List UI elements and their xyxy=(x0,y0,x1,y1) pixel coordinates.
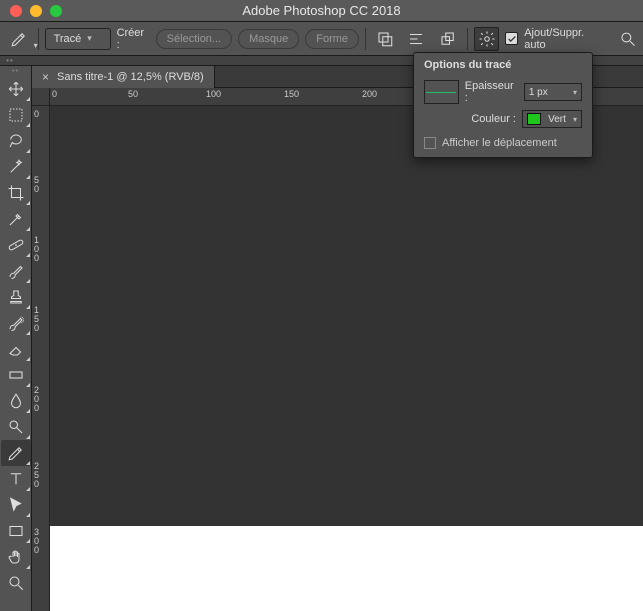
color-select[interactable]: Vert▾ xyxy=(522,110,582,128)
eyedropper-icon xyxy=(7,210,25,228)
tool-mode-value: Tracé xyxy=(54,33,82,45)
hand-icon xyxy=(7,548,25,566)
wand-icon xyxy=(7,158,25,176)
gradient-icon xyxy=(7,366,25,384)
path-options-popover: Options du tracé Epaisseur : 1 px▾ Coule… xyxy=(413,52,593,158)
magic-wand-tool[interactable] xyxy=(1,154,31,180)
canvas[interactable] xyxy=(50,106,643,611)
history-brush-icon xyxy=(7,314,25,332)
path-selection-tool[interactable] xyxy=(1,492,31,518)
pen-tool[interactable] xyxy=(1,440,31,466)
show-move-label: Afficher le déplacement xyxy=(442,137,557,149)
create-selection-button[interactable]: Sélection... xyxy=(156,29,232,49)
create-mask-button[interactable]: Masque xyxy=(238,29,299,49)
pen-icon xyxy=(7,444,25,462)
search-icon[interactable] xyxy=(619,30,637,48)
type-icon xyxy=(7,470,25,488)
create-shape-button[interactable]: Forme xyxy=(305,29,359,49)
maximize-window-button[interactable] xyxy=(50,5,62,17)
tools-panel: •• xyxy=(0,66,32,611)
eyedropper-tool[interactable] xyxy=(1,206,31,232)
droplet-icon xyxy=(7,392,25,410)
healing-tool[interactable] xyxy=(1,232,31,258)
zoom-icon xyxy=(7,574,25,592)
arrange-icon xyxy=(439,30,457,48)
color-swatch xyxy=(527,113,541,125)
crop-tool[interactable] xyxy=(1,180,31,206)
brush-tool[interactable] xyxy=(1,258,31,284)
color-label: Couleur : xyxy=(471,113,516,125)
rectangle-tool[interactable] xyxy=(1,518,31,544)
move-icon xyxy=(7,80,25,98)
options-bar: ▾ Tracé ▾ Créer : Sélection... Masque Fo… xyxy=(0,22,643,56)
marquee-icon xyxy=(7,106,25,124)
hand-tool[interactable] xyxy=(1,544,31,570)
marquee-tool[interactable] xyxy=(1,102,31,128)
crop-icon xyxy=(7,184,25,202)
window-titlebar: Adobe Photoshop CC 2018 xyxy=(0,0,643,22)
tool-mode-dropdown[interactable]: Tracé ▾ xyxy=(45,28,111,50)
path-alignment-button[interactable] xyxy=(404,27,430,51)
auto-add-delete-checkbox[interactable] xyxy=(505,32,518,45)
ruler-origin[interactable] xyxy=(32,88,50,106)
canvas-document xyxy=(50,526,643,611)
popover-title: Options du tracé xyxy=(414,53,592,77)
gear-icon xyxy=(478,30,496,48)
eraser-tool[interactable] xyxy=(1,336,31,362)
lasso-tool[interactable] xyxy=(1,128,31,154)
lasso-icon xyxy=(7,132,25,150)
dodge-icon xyxy=(7,418,25,436)
zoom-tool[interactable] xyxy=(1,570,31,596)
blur-tool[interactable] xyxy=(1,388,31,414)
window-controls xyxy=(0,5,62,17)
history-brush-tool[interactable] xyxy=(1,310,31,336)
grip-icon[interactable]: •• xyxy=(0,56,20,65)
rectangle-icon xyxy=(7,522,25,540)
path-preview xyxy=(424,80,459,104)
vertical-ruler[interactable]: 050100150200250300 xyxy=(32,106,50,611)
app-title: Adobe Photoshop CC 2018 xyxy=(0,3,643,18)
close-tab-icon[interactable]: × xyxy=(42,70,49,84)
close-window-button[interactable] xyxy=(10,5,22,17)
show-move-checkbox[interactable] xyxy=(424,137,436,149)
pen-tool-icon xyxy=(10,30,28,48)
path-operations-button[interactable] xyxy=(372,27,398,51)
check-icon xyxy=(507,34,517,44)
minimize-window-button[interactable] xyxy=(30,5,42,17)
bandage-icon xyxy=(7,236,25,254)
brush-icon xyxy=(7,262,25,280)
document-tab-title: Sans titre-1 @ 12,5% (RVB/8) xyxy=(57,71,204,83)
path-arrangement-button[interactable] xyxy=(435,27,461,51)
move-tool[interactable] xyxy=(1,76,31,102)
document-tab[interactable]: × Sans titre-1 @ 12,5% (RVB/8) xyxy=(32,66,215,88)
path-options-gear-button[interactable] xyxy=(474,27,500,51)
align-icon xyxy=(407,30,425,48)
cursor-icon xyxy=(7,496,25,514)
path-ops-icon xyxy=(376,30,394,48)
thickness-label: Epaisseur : xyxy=(465,80,518,104)
create-label: Créer : xyxy=(117,27,150,51)
dodge-tool[interactable] xyxy=(1,414,31,440)
clone-stamp-tool[interactable] xyxy=(1,284,31,310)
auto-add-delete-label: Ajout/Suppr. auto xyxy=(524,27,607,51)
tools-grip-icon[interactable]: •• xyxy=(0,68,31,76)
type-tool[interactable] xyxy=(1,466,31,492)
gradient-tool[interactable] xyxy=(1,362,31,388)
current-tool-indicator[interactable]: ▾ xyxy=(6,28,32,50)
eraser-icon xyxy=(7,340,25,358)
thickness-select[interactable]: 1 px▾ xyxy=(524,83,582,101)
stamp-icon xyxy=(7,288,25,306)
